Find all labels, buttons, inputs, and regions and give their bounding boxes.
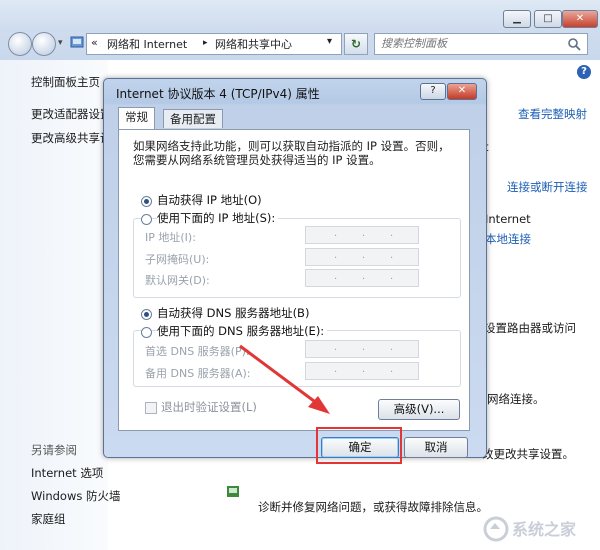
annotation-arrow-icon [239, 344, 330, 414]
tab-general[interactable]: 常规 [118, 107, 155, 129]
watermark-text: 系统之家 [512, 520, 577, 539]
watermark-logo-icon: 系统之家 [483, 516, 577, 542]
